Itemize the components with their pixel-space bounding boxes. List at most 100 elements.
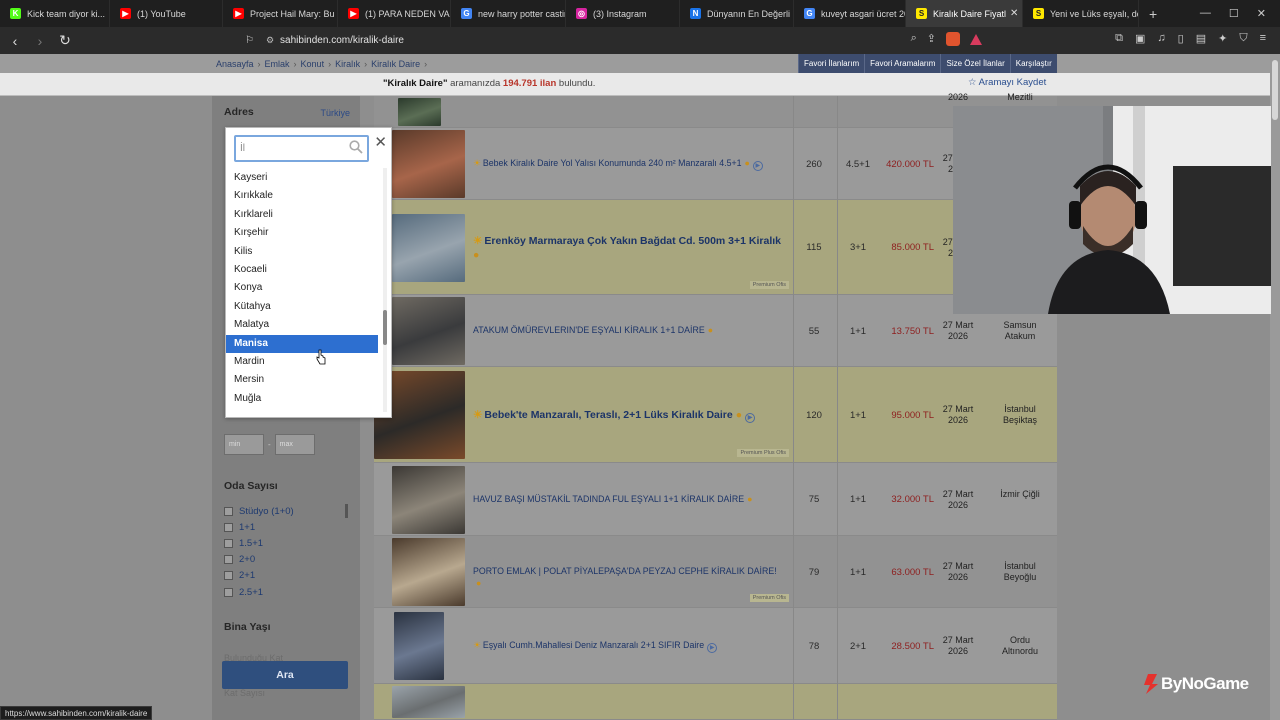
back-icon[interactable]: ‹	[5, 33, 25, 49]
extensions-icon[interactable]: ⧉	[1115, 32, 1123, 45]
music-icon[interactable]: ♫	[1157, 32, 1165, 45]
city-option[interactable]: Kırklareli	[226, 206, 378, 224]
checkbox[interactable]	[224, 538, 233, 548]
page-scrollbar[interactable]	[1270, 54, 1280, 720]
listing-location: Samsun Atakum	[1003, 320, 1037, 341]
listing-title-link[interactable]: ☀ Bebek Kiralık Daire Yol Yalısı Konumund…	[473, 157, 783, 171]
url-field[interactable]: ⚐ ⚙ sahibinden.com/kiralik-daire	[245, 31, 990, 50]
city-list-scrollbar[interactable]	[383, 168, 387, 412]
checkbox[interactable]	[224, 506, 233, 516]
listing-thumbnail[interactable]	[392, 130, 465, 198]
breadcrumb-item[interactable]: Kiralık Daire	[371, 59, 420, 69]
wallet-icon[interactable]: ▤	[1196, 32, 1206, 45]
city-option[interactable]: Kırşehir	[226, 224, 378, 242]
city-option[interactable]: Kilis	[226, 243, 378, 261]
browser-tab[interactable]: Gnew harry potter castin	[451, 0, 566, 27]
listing-thumbnail[interactable]	[392, 686, 465, 718]
breadcrumb-item[interactable]: Anasayfa	[216, 59, 254, 69]
shortcut-button[interactable]: Favori İlanlarım	[798, 54, 864, 73]
browser-tab[interactable]: K Kick team diyor ki...	[0, 0, 110, 27]
city-option[interactable]: Manisa	[226, 334, 378, 353]
listing-row[interactable]: HAVUZ BAŞI MÜSTAKİL TADINDA FUL EŞYALI 1…	[374, 463, 1057, 536]
city-search-input[interactable]: İl	[234, 135, 369, 162]
room-list-scrollbar[interactable]	[345, 504, 348, 518]
city-option[interactable]: Malatya	[226, 316, 378, 334]
listing-thumbnail[interactable]	[394, 612, 444, 680]
browser-tab[interactable]: Gkuveyt asgari ücret 20	[794, 0, 906, 27]
shortcut-button[interactable]: Size Özel İlanlar	[940, 54, 1009, 73]
close-icon[interactable]: ✕	[374, 133, 387, 151]
scroll-thumb[interactable]	[383, 310, 387, 345]
checkbox[interactable]	[224, 587, 233, 597]
city-option[interactable]: Konya	[226, 279, 378, 297]
listing-title-link[interactable]: HAVUZ BAŞI MÜSTAKİL TADINDA FUL EŞYALI 1…	[473, 493, 783, 505]
vpn-icon[interactable]: ⛉	[1239, 32, 1247, 45]
scroll-thumb[interactable]	[1272, 60, 1278, 120]
save-search-button[interactable]: ☆ Aramayı Kaydet	[968, 77, 1046, 88]
share-icon[interactable]: ⇪	[927, 32, 936, 46]
room-option[interactable]: 1.5+1	[224, 535, 294, 551]
checkbox[interactable]	[224, 555, 233, 565]
shortcut-button[interactable]: Karşılaştır	[1009, 54, 1057, 73]
zoom-icon[interactable]: ⌕	[911, 32, 917, 46]
listing-title-link[interactable]: ATAKUM ÖMÜREVLERIN'DE EŞYALI KİRALIK 1+1…	[473, 324, 783, 336]
listing-row[interactable]: ☀ Eşyalı Cumh.Mahallesi Deniz Manzaralı 2…	[374, 608, 1057, 684]
browser-tab[interactable]: S Kiralık Daire Fiyatl ✕	[906, 0, 1023, 27]
browser-tab[interactable]: N Dünyanın En Değerli P	[680, 0, 794, 27]
tab-close-icon[interactable]: ✕	[1006, 8, 1018, 19]
minimize-icon[interactable]: —	[1200, 7, 1211, 20]
close-window-icon[interactable]: ✕	[1257, 7, 1266, 20]
checkbox[interactable]	[224, 571, 233, 581]
address-country-link[interactable]: Türkiye	[320, 108, 350, 118]
maximize-icon[interactable]: ☐	[1229, 7, 1239, 20]
listing-thumbnail[interactable]	[392, 213, 465, 282]
listing-row[interactable]: ☀ Bebek'te Manzaralı, Teraslı, 2+1 Lüks K…	[374, 367, 1057, 463]
browser-tab[interactable]: S Yeni ve Lüks eşyalı, de	[1023, 0, 1139, 27]
search-button[interactable]: Ara	[222, 661, 348, 689]
room-option[interactable]: 2+0	[224, 552, 294, 568]
room-option[interactable]: 2+1	[224, 568, 294, 584]
forward-icon[interactable]: ›	[30, 33, 50, 49]
city-option[interactable]: Kırıkkale	[226, 187, 378, 205]
city-option[interactable]: Kütahya	[226, 298, 378, 316]
brave-rewards-icon[interactable]	[970, 34, 982, 45]
room-option[interactable]: 1+1	[224, 519, 294, 535]
room-option[interactable]: 2.5+1	[224, 584, 294, 600]
site-info-icon[interactable]: ⚙	[266, 35, 274, 46]
browser-tab[interactable]: ▶ (1) YouTube	[110, 0, 223, 27]
listing-thumbnail[interactable]	[392, 297, 465, 365]
breadcrumb-item[interactable]: Emlak	[265, 59, 290, 69]
brave-shields-icon[interactable]	[946, 32, 960, 46]
leo-ai-icon[interactable]: ✦	[1218, 32, 1227, 45]
listing-title-link[interactable]: ☀ Erenköy Marmaraya Çok Yakın Bağdat Cd. …	[473, 234, 783, 262]
listing-thumbnail[interactable]	[398, 98, 441, 126]
browser-tab[interactable]: ◎ (3) Instagram	[566, 0, 680, 27]
listing-row[interactable]: PORTO EMLAK | POLAT PİYALEPAŞA'DA PEYZAJ…	[374, 536, 1057, 608]
sidebar-icon[interactable]: ▯	[1178, 32, 1184, 45]
city-option[interactable]: Mardin	[226, 353, 378, 371]
bookmark-icon[interactable]: ⚐	[245, 35, 254, 46]
breadcrumb-item[interactable]: Konut	[301, 59, 325, 69]
listing-title-link[interactable]: ☀ Eşyalı Cumh.Mahallesi Deniz Manzaralı 2…	[473, 639, 783, 653]
city-option[interactable]: Kayseri	[226, 169, 378, 187]
reload-icon[interactable]: ↻	[55, 32, 75, 49]
listing-thumbnail[interactable]	[392, 538, 465, 606]
breadcrumb-item[interactable]: Kiralık	[335, 59, 360, 69]
browser-tab[interactable]: ▶ (1) PARA NEDEN VAR?	[338, 0, 451, 27]
city-option[interactable]: Kocaeli	[226, 261, 378, 279]
city-option[interactable]: Mersin	[226, 371, 378, 389]
listing-row[interactable]	[374, 684, 1057, 720]
room-option[interactable]: Stüdyo (1+0)	[224, 503, 294, 519]
city-option[interactable]: Muğla	[226, 390, 378, 408]
menu-icon[interactable]: ≡	[1260, 32, 1266, 45]
min-input[interactable]: min	[224, 434, 264, 455]
listing-title-link[interactable]: PORTO EMLAK | POLAT PİYALEPAŞA'DA PEYZAJ…	[473, 565, 783, 589]
checkbox[interactable]	[224, 522, 233, 532]
listing-title-link[interactable]: ☀ Bebek'te Manzaralı, Teraslı, 2+1 Lüks K…	[473, 408, 783, 423]
listing-thumbnail[interactable]	[392, 465, 465, 534]
screenshot-icon[interactable]: ▣	[1135, 32, 1145, 45]
max-input[interactable]: max	[274, 434, 315, 455]
browser-tab[interactable]: ▶ Project Hail Mary: Bu F	[223, 0, 338, 27]
shortcut-button[interactable]: Favori Aramalarım	[864, 54, 940, 73]
new-tab-button[interactable]: +	[1139, 6, 1167, 22]
